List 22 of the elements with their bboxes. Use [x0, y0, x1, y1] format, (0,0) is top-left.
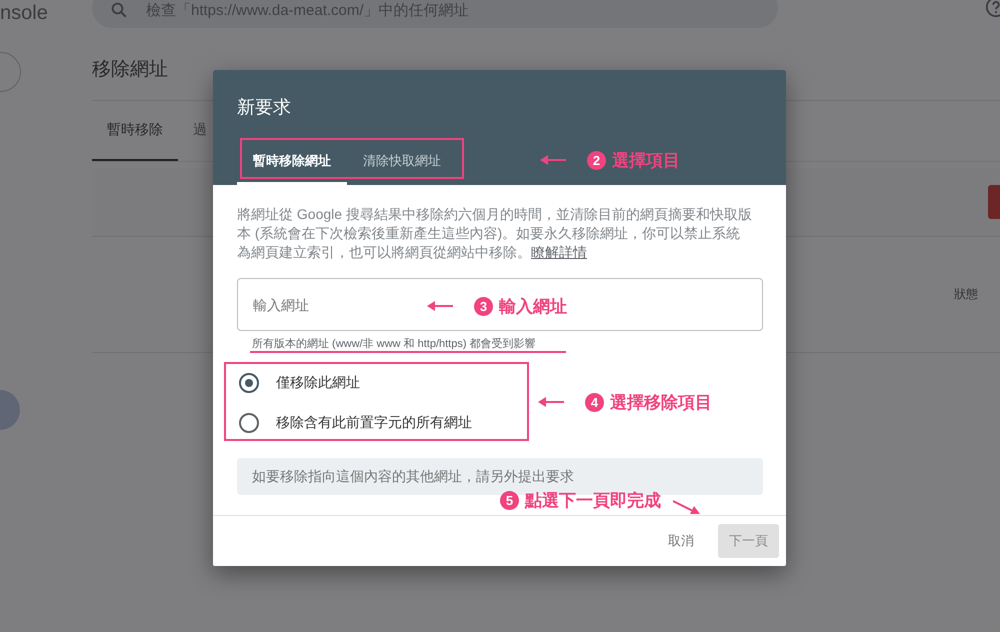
dialog-tab[interactable]: 清除快取網址: [347, 140, 457, 185]
column-header: 狀態: [954, 286, 978, 303]
page-tab[interactable]: 暫時移除: [92, 101, 178, 161]
app-title: nsole: [0, 2, 49, 25]
arrow-icon: [540, 155, 566, 165]
learn-more-link[interactable]: 瞭解詳情: [531, 244, 587, 260]
arrow-icon: [427, 301, 453, 311]
cancel-button[interactable]: 取消: [668, 524, 694, 558]
radio-button[interactable]: [239, 373, 259, 393]
dialog-tab[interactable]: 暫時移除網址: [237, 140, 347, 185]
radio-button[interactable]: [239, 413, 259, 433]
radio-option[interactable]: 僅移除此網址: [237, 363, 366, 403]
page-tab[interactable]: 過: [178, 101, 222, 161]
description-text: 將網址從 Google 搜尋結果中移除約六個月的時間，並清除目前的網頁摘要和快取版本 (系統會在下次檢索後重新產生這些內容)。如要永久移除網址，你可以禁止系統為網頁建立索引，也可以將網頁從網站中移除。瞭解詳情: [237, 205, 752, 262]
search-icon: [110, 1, 128, 19]
helper-text: 所有版本的網址 (www/非 www 和 http/https) 都會受到影響: [252, 336, 537, 351]
arrow-icon: [673, 499, 701, 515]
annotation-text: 選擇移除項目: [610, 392, 712, 414]
annotation-text: 輸入網址: [499, 296, 567, 318]
radio-option[interactable]: 移除含有此前置字元的所有網址: [237, 403, 478, 443]
annotation-text: 選擇項目: [612, 150, 680, 172]
arrow-icon: [538, 397, 564, 407]
